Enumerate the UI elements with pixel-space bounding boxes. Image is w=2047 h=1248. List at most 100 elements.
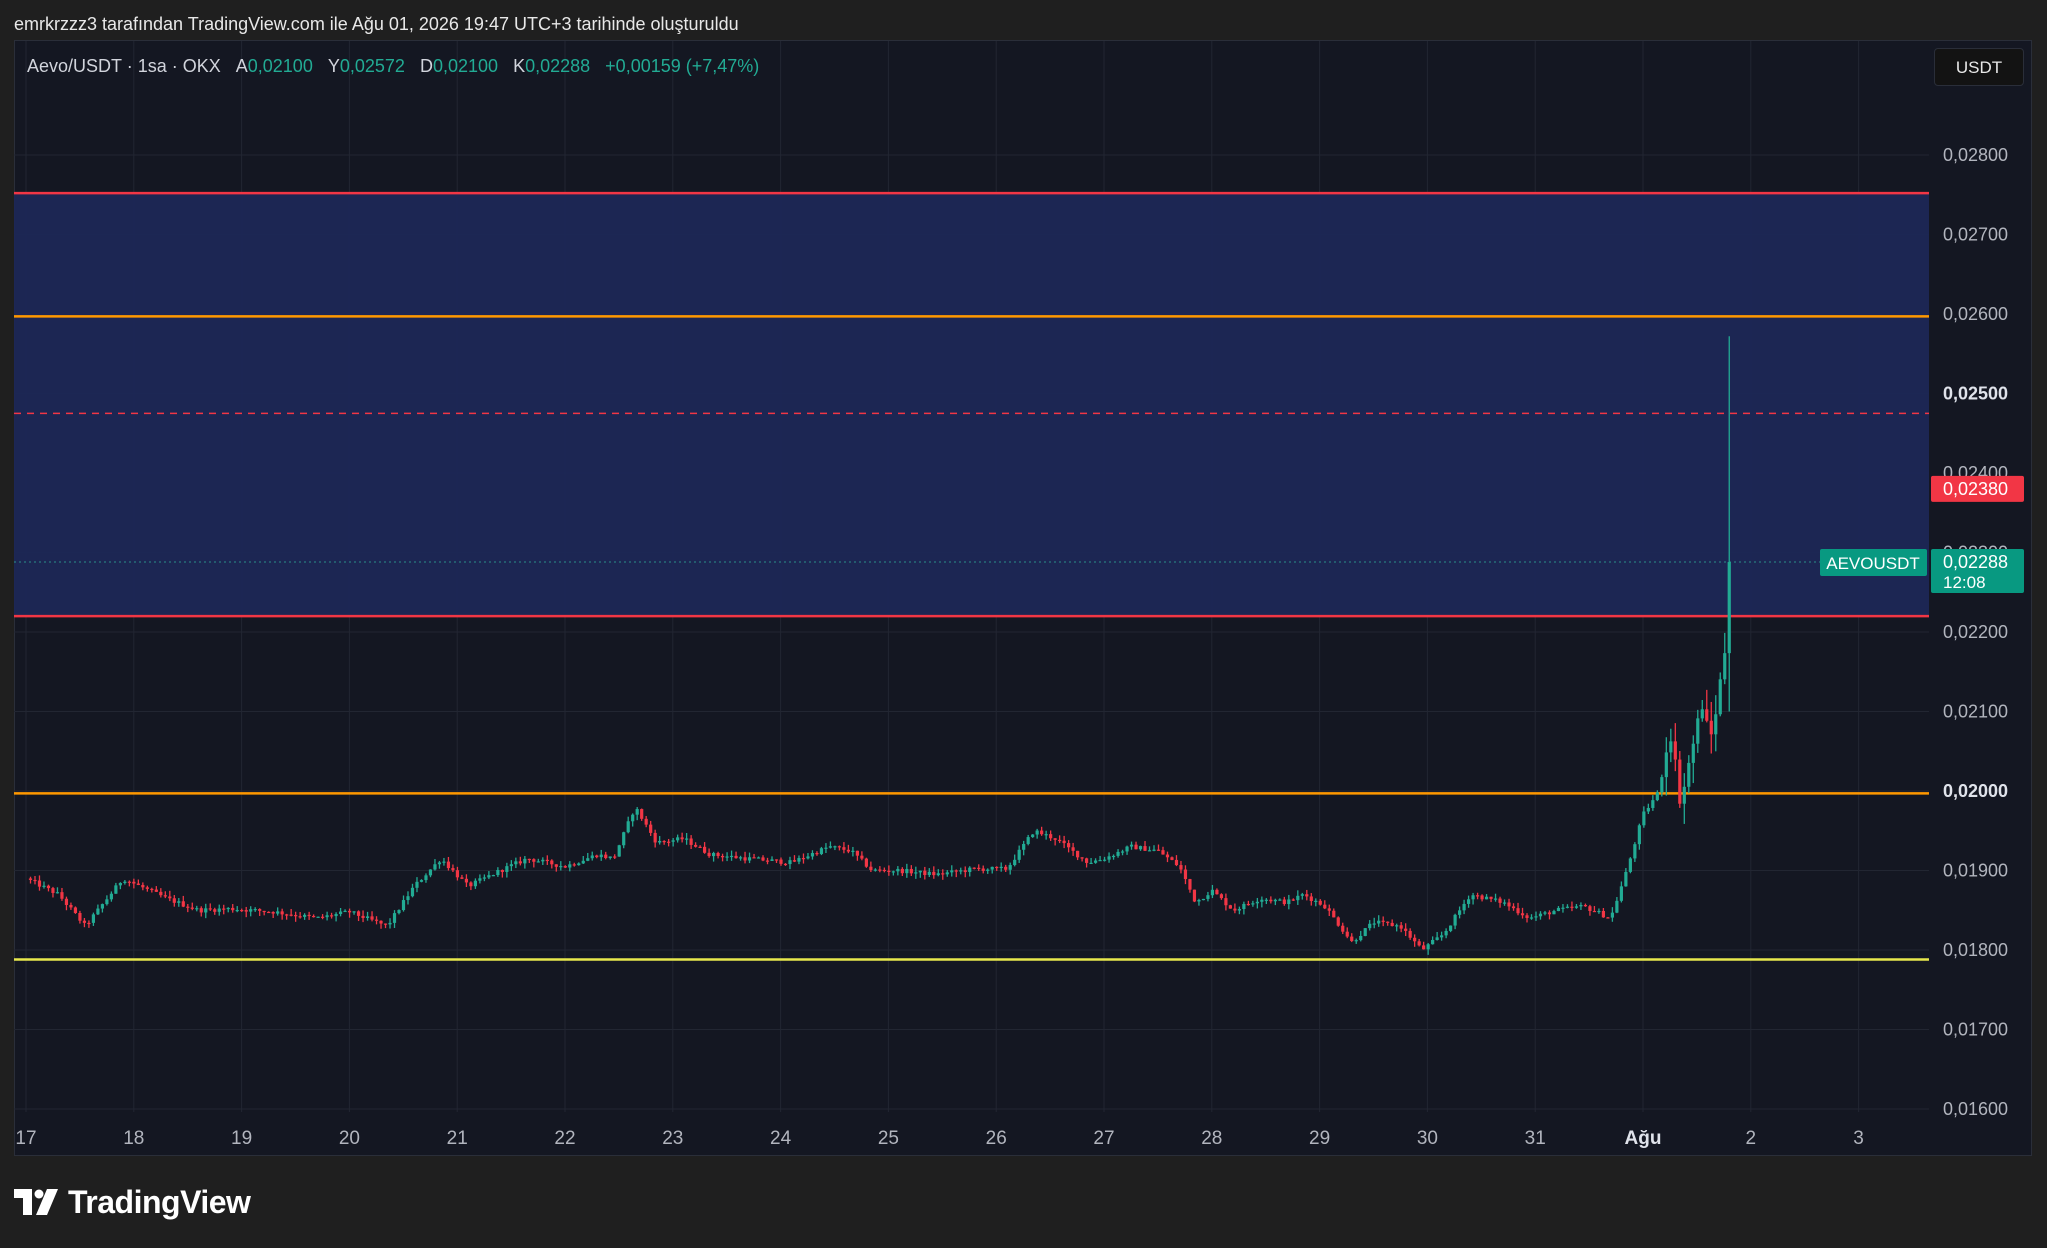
candle-body [1484,896,1489,900]
candle-body [1291,899,1295,901]
candle-body [1278,899,1282,901]
candle-body [1624,871,1628,887]
candle-body [455,870,460,878]
candle-body [1354,940,1358,942]
candle-body [981,868,985,871]
candle-body [222,908,226,910]
candle-body [1129,844,1134,847]
candle-body [109,893,113,900]
candle-body [909,868,913,874]
candle-body [424,875,428,881]
candle-body [905,868,909,874]
candle-body [671,840,675,842]
x-tick-label: 25 [878,1128,899,1149]
candle-body [343,910,347,913]
low-label: D [419,56,433,76]
candle-body [1152,849,1156,851]
candle-body [662,841,666,843]
candle-body [96,908,100,915]
open-value: 0,02100 [247,56,313,76]
close-label: K [513,56,526,76]
x-tick-label: 17 [15,1128,36,1149]
candle-body [91,914,96,923]
candle-body [626,821,630,833]
candle-body [114,885,118,894]
candle-body [1026,837,1030,844]
candle-body [1363,928,1367,936]
candle-body [298,916,302,918]
candle-body [694,844,698,847]
candle-body [383,923,388,925]
candle-body [779,859,783,864]
candle-body [118,882,122,886]
candle-body [338,911,343,915]
candle-body [509,864,513,867]
candle-body [1449,925,1453,931]
tradingview-logo[interactable]: TradingView [14,1182,251,1222]
candle-body [860,855,864,859]
candle-body [1583,904,1588,907]
candle-body [1300,894,1304,896]
candle-body [1350,936,1354,942]
candle-body [747,857,752,861]
candle-body [1305,894,1309,897]
candle-body [900,868,904,874]
candle-body [240,909,244,912]
candle-body [990,866,994,870]
candle-body [361,915,365,918]
candle-body [370,916,374,920]
candle-body [253,909,257,911]
candle-body [325,915,329,918]
candle-body [415,881,419,888]
candle-body [891,871,895,873]
candle-body [622,832,626,846]
candle-body [1552,911,1556,915]
candle-body [334,914,338,917]
y-tick-label: 0,01900 [1943,861,2008,881]
candle-body [78,912,82,921]
candle-body [258,909,262,911]
candle-body [51,888,55,893]
candle-body [1705,709,1709,721]
candle-body [882,869,886,872]
candle-body [559,866,563,868]
candle-body [69,904,73,908]
symbol-name[interactable]: Aevo/USDT · 1sa · OKX [27,56,221,76]
candle-body [329,915,334,917]
candle-body [599,854,603,858]
candle-body [1013,859,1017,866]
candle-body [581,860,585,864]
candle-body [1588,906,1592,911]
candle-body [541,859,545,862]
candle-body [428,869,433,876]
brand-name: TradingView [68,1183,251,1220]
close-value: 0,02288 [525,56,591,76]
candle-body [977,867,981,869]
candle-body [550,860,554,865]
candle-body [864,858,868,867]
candle-body [833,846,837,848]
candle-body [658,841,662,843]
currency-button[interactable]: USDT [1934,48,2024,86]
price-chart[interactable]: 0,028000,027000,026000,025000,024000,023… [0,0,2047,1248]
candle-body [1314,900,1318,903]
candle-body [968,867,972,873]
candle-body [1053,838,1057,840]
candle-body [797,858,801,862]
candle-body [28,878,33,880]
candle-body [181,901,185,907]
candle-body [195,908,199,910]
candle-body [1610,912,1614,918]
candle-body [1520,913,1525,916]
candle-body [1386,921,1390,923]
candle-body [707,852,711,857]
candle-body [828,846,833,848]
candle-body [932,871,936,876]
candle-body [1323,904,1327,909]
candle-body [815,853,819,855]
candle-body [163,895,167,897]
candle-body [1246,903,1250,906]
change-value: +0,00159 (+7,47%) [605,56,760,76]
candle-body [1327,908,1331,911]
x-tick-label: Ağu [1625,1128,1662,1149]
